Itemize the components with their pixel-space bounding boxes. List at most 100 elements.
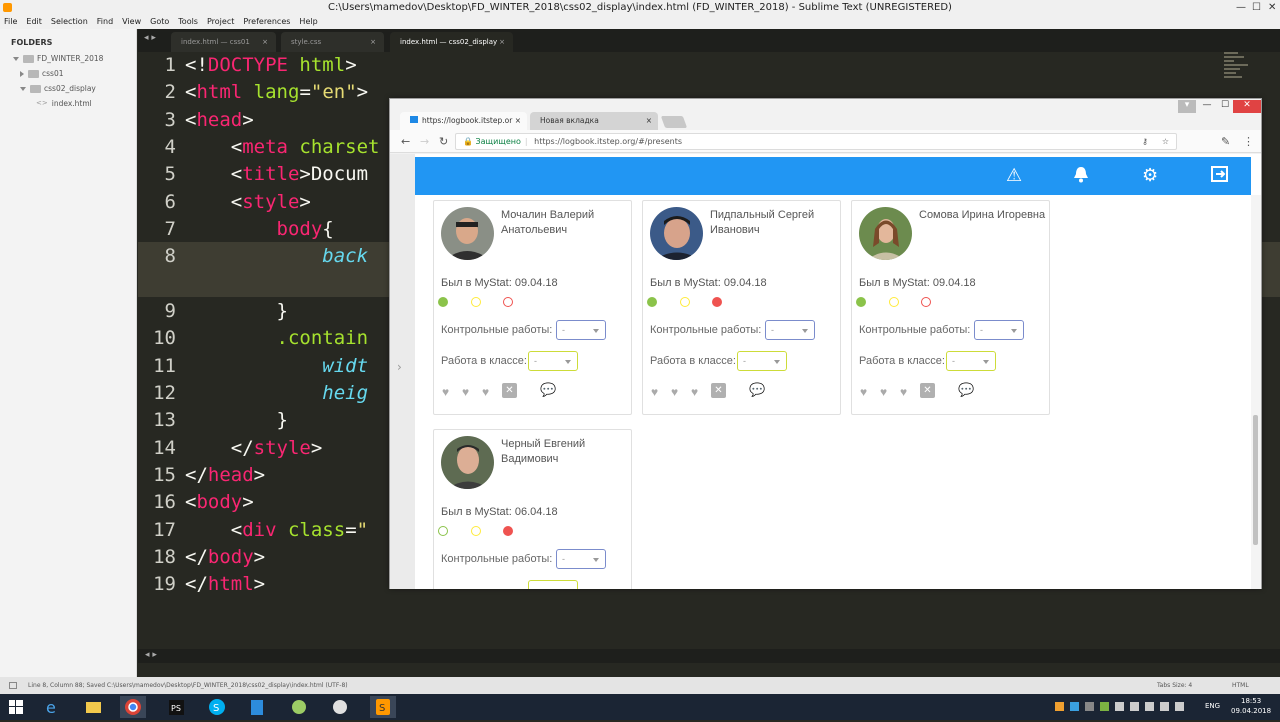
sidebar-item-css02-display[interactable]: css02_display xyxy=(0,81,136,96)
control-work-select[interactable]: - xyxy=(974,320,1024,340)
menu-file[interactable]: File xyxy=(0,15,22,29)
chrome-minimize-button[interactable]: — xyxy=(1198,100,1216,113)
menu-help[interactable]: Help xyxy=(295,15,322,29)
bookmark-star-icon[interactable]: ☆ xyxy=(1162,134,1169,149)
sidebar-item-css01[interactable]: css01 xyxy=(0,66,136,81)
skype-icon[interactable]: S xyxy=(206,696,232,718)
classwork-select[interactable] xyxy=(528,580,578,589)
diamond-icon[interactable]: ♥ xyxy=(671,385,678,399)
tab-close-icon[interactable]: × xyxy=(370,32,376,52)
tab-index-css02-display[interactable]: index.html — css02_display × xyxy=(390,32,513,52)
diamond-icon[interactable]: ♥ xyxy=(900,385,907,399)
tab-close-icon[interactable]: × xyxy=(499,32,505,52)
menu-project[interactable]: Project xyxy=(203,15,239,29)
syntax-mode[interactable]: HTML xyxy=(1232,677,1249,694)
page-scrollbar[interactable] xyxy=(1251,195,1261,589)
sublime-text-icon[interactable]: S xyxy=(370,696,396,718)
app-icon[interactable] xyxy=(329,696,355,718)
back-icon[interactable]: ← xyxy=(401,135,410,148)
forward-icon[interactable]: → xyxy=(420,135,429,148)
control-work-select[interactable]: - xyxy=(556,320,606,340)
logout-icon[interactable] xyxy=(1210,165,1230,188)
windows-start-icon[interactable] xyxy=(5,696,31,718)
diamond-icon[interactable]: ♥ xyxy=(482,385,489,399)
menu-goto[interactable]: Goto xyxy=(146,15,174,29)
sidebar-item-index-html[interactable]: <> index.html xyxy=(0,96,136,111)
late-radio[interactable] xyxy=(471,297,481,307)
comment-icon[interactable]: 💬 xyxy=(958,382,974,398)
language-indicator[interactable]: ENG xyxy=(1205,702,1220,710)
file-explorer-icon[interactable] xyxy=(82,696,108,718)
comment-icon[interactable]: 💬 xyxy=(749,382,765,398)
settings-gear-icon[interactable]: ⚙ xyxy=(1142,165,1158,186)
menu-view[interactable]: View xyxy=(118,15,146,29)
close-button[interactable]: ✕ xyxy=(1268,0,1276,15)
absent-radio[interactable] xyxy=(921,297,931,307)
classwork-select[interactable]: - xyxy=(528,351,578,371)
sidebar-root-folder[interactable]: FD_WINTER_2018 xyxy=(0,51,136,66)
control-work-select[interactable]: - xyxy=(765,320,815,340)
maximize-button[interactable]: ☐ xyxy=(1252,0,1261,15)
present-radio[interactable] xyxy=(647,297,657,307)
chrome-icon[interactable] xyxy=(120,696,146,718)
clear-rating-icon[interactable]: ✕ xyxy=(920,383,935,398)
menu-find[interactable]: Find xyxy=(93,15,118,29)
diamond-icon[interactable]: ♥ xyxy=(462,385,469,399)
panel-toggle-icon[interactable] xyxy=(9,682,17,689)
present-radio[interactable] xyxy=(438,526,448,536)
menu-edit[interactable]: Edit xyxy=(22,15,47,29)
app-icon[interactable] xyxy=(246,696,272,718)
diamond-icon[interactable]: ♥ xyxy=(442,385,449,399)
classwork-select[interactable]: - xyxy=(946,351,996,371)
url-bar[interactable]: 🔒 Защищено | https://logbook.itstep.org/#… xyxy=(455,133,1177,150)
chrome-user-icon[interactable]: ▾ xyxy=(1178,100,1196,113)
absent-radio[interactable] xyxy=(503,526,513,536)
notifications-bell-icon[interactable] xyxy=(1072,165,1090,188)
app-icon[interactable] xyxy=(288,696,314,718)
tab-index-css01[interactable]: index.html — css01 × xyxy=(171,32,276,52)
clear-rating-icon[interactable]: ✕ xyxy=(711,383,726,398)
menu-tools[interactable]: Tools xyxy=(174,15,203,29)
minimap[interactable] xyxy=(1224,52,1254,82)
absent-radio[interactable] xyxy=(712,297,722,307)
diamond-icon[interactable]: ♥ xyxy=(691,385,698,399)
clear-rating-icon[interactable]: ✕ xyxy=(502,383,517,398)
phpstorm-icon[interactable]: PS xyxy=(165,696,191,718)
internet-explorer-icon[interactable]: e xyxy=(42,696,68,718)
browser-tab-close-icon[interactable]: × xyxy=(646,112,652,130)
key-icon[interactable]: ⚷ xyxy=(1142,134,1148,149)
menu-selection[interactable]: Selection xyxy=(47,15,93,29)
chrome-maximize-button[interactable]: ☐ xyxy=(1216,100,1234,113)
warning-icon[interactable]: ⚠ xyxy=(1006,165,1022,186)
clock-time[interactable]: 18:53 xyxy=(1241,697,1261,705)
extension-icon[interactable]: ✎ xyxy=(1221,135,1230,148)
absent-radio[interactable] xyxy=(503,297,513,307)
present-radio[interactable] xyxy=(438,297,448,307)
browser-tab-new[interactable]: Новая вкладка × xyxy=(530,112,658,130)
minimize-button[interactable]: — xyxy=(1236,0,1246,15)
diamond-icon[interactable]: ♥ xyxy=(860,385,867,399)
system-tray-icons[interactable] xyxy=(1055,702,1184,711)
browser-tab-logbook[interactable]: https://logbook.itstep.or × xyxy=(400,112,527,130)
chrome-menu-icon[interactable]: ⋮ xyxy=(1243,135,1254,148)
tab-style-css[interactable]: style.css × xyxy=(281,32,384,52)
expand-side-menu-icon[interactable]: › xyxy=(397,360,402,374)
menu-preferences[interactable]: Preferences xyxy=(239,15,295,29)
reload-icon[interactable]: ↻ xyxy=(439,135,448,148)
late-radio[interactable] xyxy=(680,297,690,307)
clock-date[interactable]: 09.04.2018 xyxy=(1231,707,1271,715)
browser-tab-close-icon[interactable]: × xyxy=(515,112,521,130)
late-radio[interactable] xyxy=(889,297,899,307)
present-radio[interactable] xyxy=(856,297,866,307)
new-tab-button[interactable] xyxy=(660,116,688,128)
diamond-icon[interactable]: ♥ xyxy=(651,385,658,399)
late-radio[interactable] xyxy=(471,526,481,536)
chrome-close-button[interactable]: ✕ xyxy=(1233,100,1261,113)
diamond-icon[interactable]: ♥ xyxy=(880,385,887,399)
comment-icon[interactable]: 💬 xyxy=(540,382,556,398)
tab-nav-arrows-icon[interactable]: ◂ ▸ xyxy=(144,33,156,43)
panel-nav-icon[interactable]: ◂ ▸ xyxy=(145,650,157,660)
control-work-select[interactable]: - xyxy=(556,549,606,569)
classwork-select[interactable]: - xyxy=(737,351,787,371)
tab-size[interactable]: Tabs Size: 4 xyxy=(1157,677,1192,694)
